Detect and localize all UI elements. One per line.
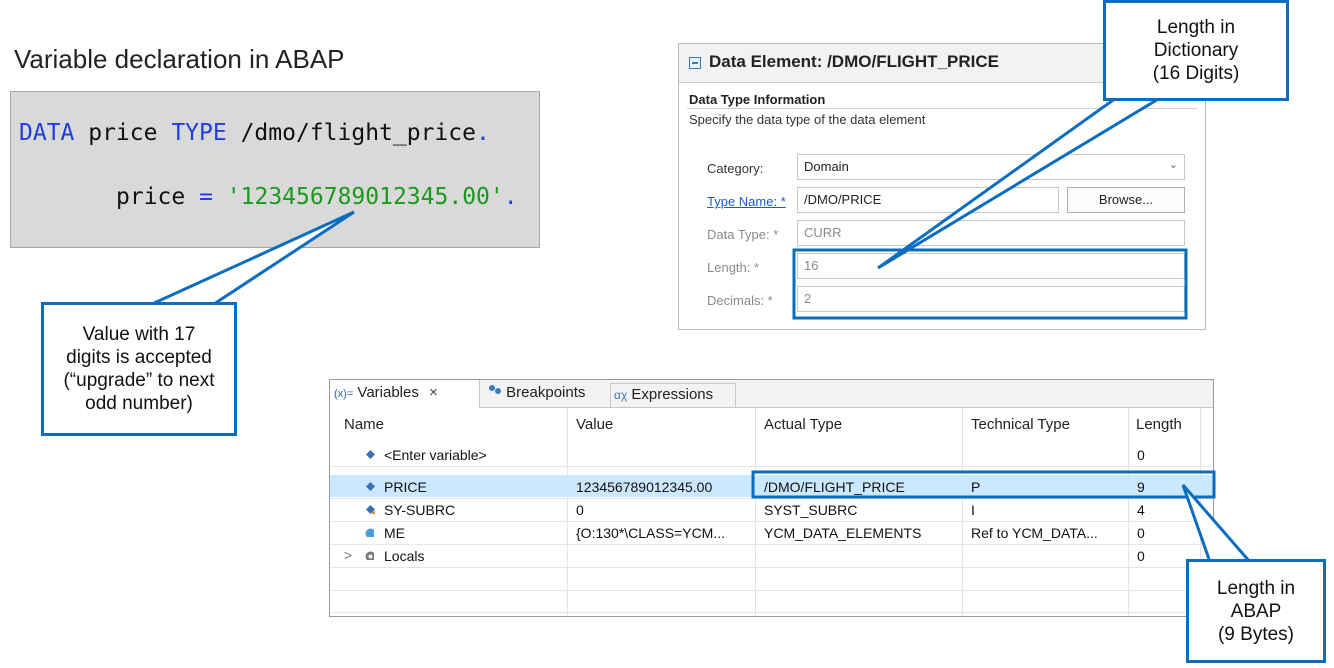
callout-line: (9 Bytes) xyxy=(1217,623,1295,645)
callout-line: Value with 17 xyxy=(82,324,196,345)
length-highlight-box xyxy=(792,248,1188,320)
callout-line: ABAP xyxy=(1230,600,1282,622)
callout-line: Length in xyxy=(1156,17,1236,38)
callout-dictionary-length: Length in Dictionary (16 Digits) xyxy=(1103,0,1289,101)
callout-abap-length: Length in ABAP (9 Bytes) xyxy=(1186,559,1326,663)
value-callout-pointer xyxy=(151,210,355,306)
callout-line: (“upgrade” to next xyxy=(63,370,215,391)
row-highlight-box xyxy=(751,470,1216,499)
callout-line: (16 Digits) xyxy=(1152,63,1240,84)
callout-line: odd number) xyxy=(85,393,193,414)
callout-line: digits is accepted xyxy=(66,347,212,368)
abap-callout-pointer xyxy=(1181,484,1254,564)
callout-line: Length in xyxy=(1216,577,1296,599)
callout-line: Dictionary xyxy=(1153,40,1239,61)
callout-value-accepted: Value with 17 digits is accepted (“upgra… xyxy=(41,302,237,436)
dictionary-callout-pointer xyxy=(877,96,1166,270)
